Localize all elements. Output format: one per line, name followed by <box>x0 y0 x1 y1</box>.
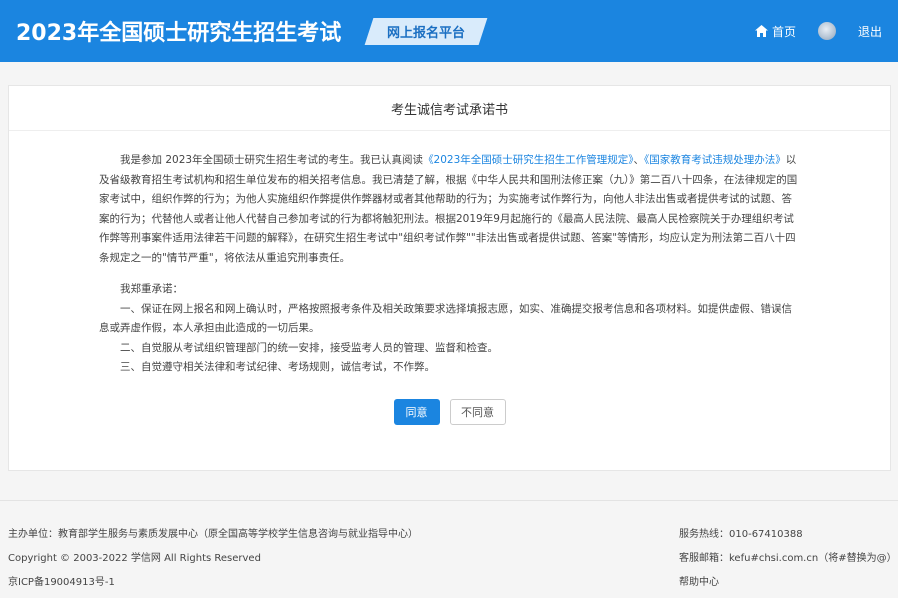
page-footer: 主办单位：教育部学生服务与素质发展中心（原全国高等学校学生信息咨询与就业指导中心… <box>0 500 898 598</box>
home-label: 首页 <box>771 24 796 39</box>
pledge-item-2: 二、自觉服从考试组织管理部门的统一安排，接受监考人员的管理、监督和检查。 <box>120 341 498 354</box>
footer-hotline: 服务热线：010-67410388 <box>679 529 803 540</box>
pledge-title: 考生诚信考试承诺书 <box>9 86 890 131</box>
header-nav: 首页 退出 <box>754 0 882 62</box>
site-title: 2023年全国硕士研究生招生考试 <box>16 21 342 46</box>
disagree-button[interactable]: 不同意 <box>449 399 506 425</box>
footer-right: 服务热线：010-67410388 客服邮箱：kefu#chsi.com.cn（… <box>679 523 897 595</box>
home-link[interactable]: 首页 <box>754 23 796 40</box>
intro-text-a: 我是参加 2023年全国硕士研究生招生考试的考生。我已认真阅读 <box>120 154 424 166</box>
platform-badge: 网上报名平台 <box>364 17 488 45</box>
pledge-item-3: 三、自觉遵守相关法律和考试纪律、考场规则，诚信考试，不作弊。 <box>120 361 435 373</box>
logout-link[interactable]: 退出 <box>858 23 882 40</box>
intro-paragraph: 我是参加 2023年全国硕士研究生招生考试的考生。我已认真阅读《2023年全国硕… <box>99 151 800 268</box>
footer-sponsor: 主办单位：教育部学生服务与素质发展中心（原全国高等学校学生信息咨询与就业指导中心… <box>8 529 418 540</box>
pledge-content: 我是参加 2023年全国硕士研究生招生考试的考生。我已认真阅读《2023年全国硕… <box>9 131 890 378</box>
home-icon <box>754 25 768 37</box>
footer-icp[interactable]: 京ICP备19004913号-1 <box>8 571 418 595</box>
pledge-card: 考生诚信考试承诺书 我是参加 2023年全国硕士研究生招生考试的考生。我已认真阅… <box>8 85 891 471</box>
intro-text-b: 以及省级教育招生考试机构和招生单位发布的相关招考信息。我已清楚了解，根据《中华人… <box>99 154 798 264</box>
intro-separator: 、 <box>633 154 645 166</box>
footer-help-link[interactable]: 帮助中心 <box>679 571 897 595</box>
regulation-link-1[interactable]: 《2023年全国硕士研究生招生工作管理规定》 <box>423 154 633 166</box>
agree-button[interactable]: 同意 <box>393 399 440 425</box>
pledge-item-1: 一、保证在网上报名和网上确认时，严格按照报考条件及相关政策要求选择填报志愿，如实… <box>99 302 792 335</box>
footer-email: 客服邮箱：kefu#chsi.com.cn（将#替换为@） <box>679 553 897 564</box>
action-buttons: 同意 不同意 <box>9 399 890 425</box>
footer-left: 主办单位：教育部学生服务与素质发展中心（原全国高等学校学生信息咨询与就业指导中心… <box>8 523 418 595</box>
pledge-intro: 我郑重承诺： <box>120 283 183 295</box>
top-header: 2023年全国硕士研究生招生考试 网上报名平台 首页 退出 <box>0 0 898 62</box>
regulation-link-2[interactable]: 《国家教育考试违规处理办法》 <box>644 154 786 166</box>
platform-badge-label: 网上报名平台 <box>387 25 466 41</box>
logout-label: 退出 <box>857 24 882 39</box>
user-avatar[interactable] <box>817 22 836 40</box>
footer-copyright: Copyright © 2003-2022 学信网 All Rights Res… <box>8 553 261 564</box>
